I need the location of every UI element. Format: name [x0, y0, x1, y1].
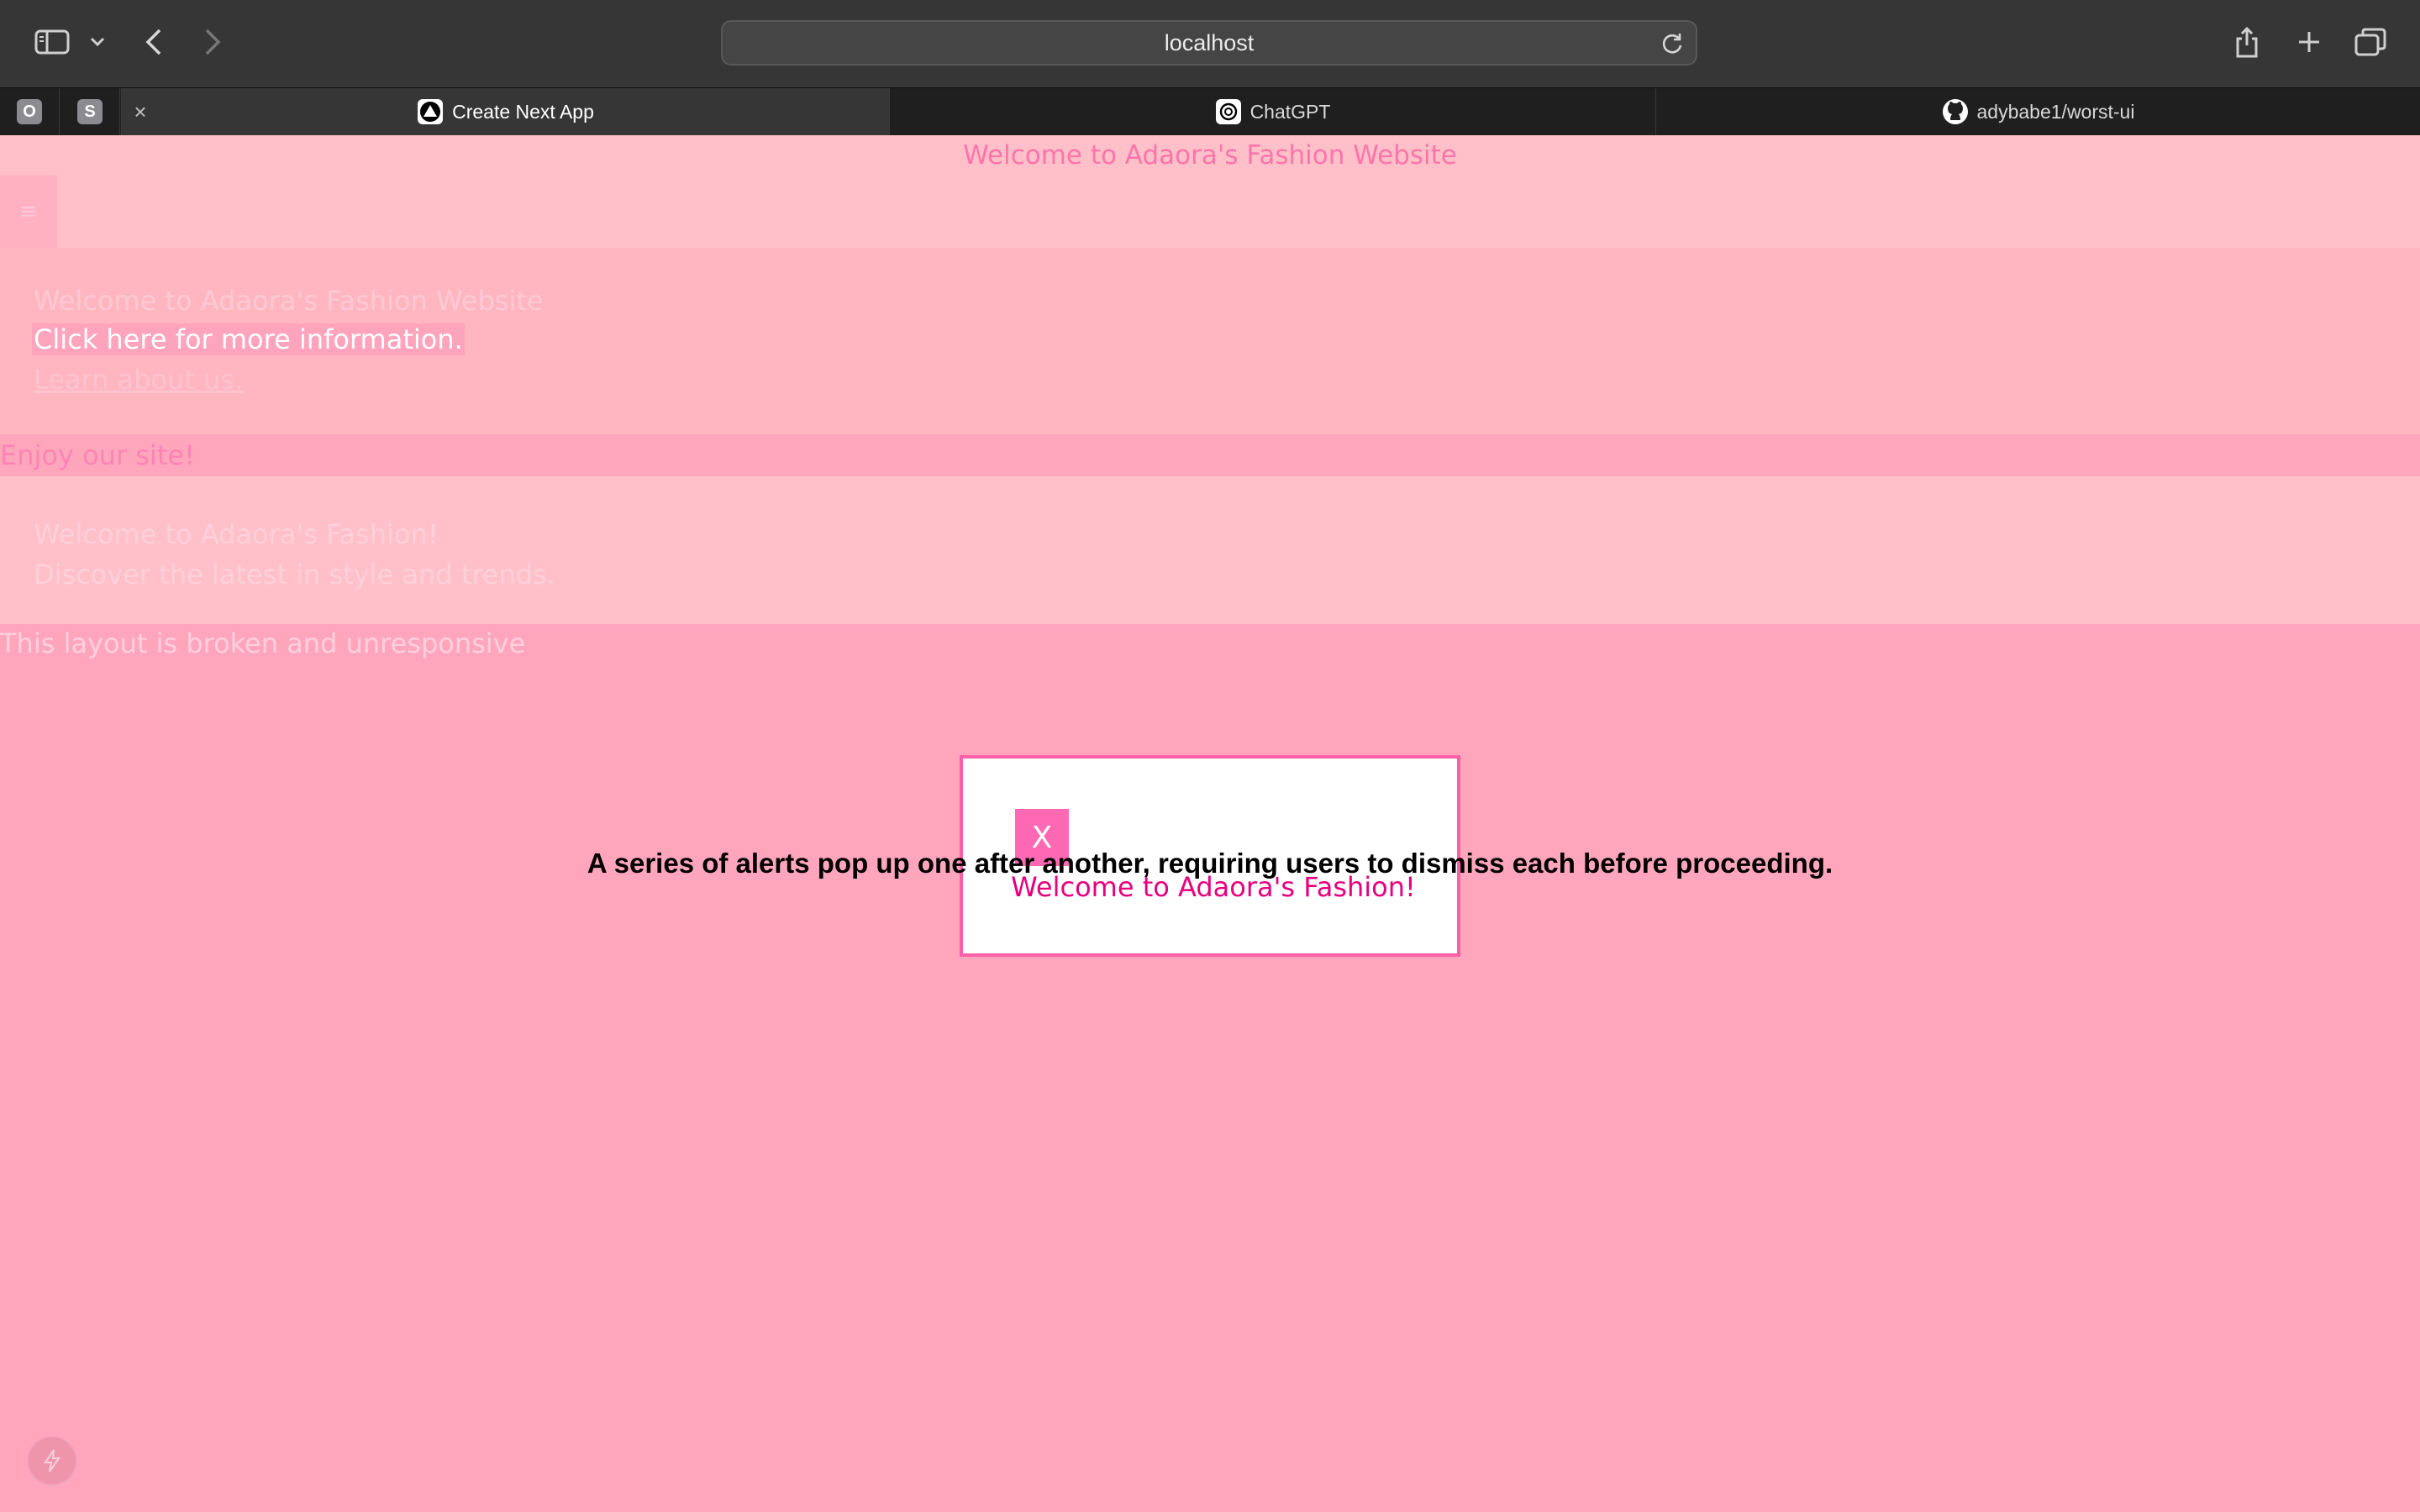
- sidebar-toggle-icon[interactable]: [32, 27, 72, 57]
- alert-caption: A series of alerts pop up one after anot…: [587, 848, 1833, 879]
- hamburger-menu-icon[interactable]: ≡: [0, 176, 57, 248]
- back-arrow-icon[interactable]: [139, 25, 168, 59]
- url-text: localhost: [1164, 29, 1255, 55]
- plus-icon[interactable]: [2292, 25, 2326, 59]
- tab-overview-icon[interactable]: [2353, 25, 2388, 59]
- reload-icon[interactable]: [1660, 32, 1684, 61]
- more-info-link[interactable]: Click here for more information.: [32, 323, 465, 355]
- forward-arrow-icon[interactable]: [198, 25, 227, 59]
- broken-layout-text: This layout is broken and unresponsive: [0, 627, 526, 659]
- close-tab-icon[interactable]: ×: [126, 88, 155, 135]
- page-viewport: Welcome to Adaora's Fashion Website ≡ We…: [0, 135, 2420, 1512]
- share-icon[interactable]: [2232, 24, 2262, 60]
- nextjs-favicon-icon: [417, 98, 444, 125]
- pinned-tab-o[interactable]: O: [0, 88, 60, 135]
- browser-toolbar: localhost: [0, 0, 2420, 87]
- pinned-tab-s-icon: S: [77, 99, 103, 124]
- band-subtitle: Discover the latest in style and trends.: [34, 559, 555, 591]
- tab-title: ChatGPT: [1249, 100, 1331, 123]
- site-header: Welcome to Adaora's Fashion Website ≡: [0, 135, 2420, 248]
- pinned-tab-s[interactable]: S: [60, 88, 120, 135]
- learn-about-link[interactable]: Learn about us.: [34, 364, 243, 396]
- tab-github[interactable]: adybabe1/worst-ui: [1655, 88, 2420, 135]
- tab-chatgpt[interactable]: ChatGPT: [889, 88, 1655, 135]
- chevron-down-icon[interactable]: [87, 32, 108, 52]
- site-title: Welcome to Adaora's Fashion Website: [963, 140, 1457, 171]
- tab-create-next-app[interactable]: Create Next App: [121, 88, 889, 135]
- hero-section: Welcome to Adaora's Fashion Website Clic…: [0, 248, 2420, 434]
- pinned-tab-o-icon: O: [17, 99, 42, 124]
- address-bar[interactable]: localhost: [721, 20, 1697, 66]
- band-heading: Welcome to Adaora's Fashion!: [34, 518, 439, 550]
- hero-heading: Welcome to Adaora's Fashion Website: [34, 285, 544, 317]
- tab-bar: O S Create Next App × ChatGPT adybabe1/w…: [0, 87, 2420, 135]
- enjoy-text: Enjoy our site!: [0, 439, 195, 471]
- tab-title: Create Next App: [452, 100, 594, 123]
- github-favicon-icon: [1942, 98, 1969, 125]
- chatgpt-favicon-icon: [1215, 98, 1242, 125]
- welcome-band: Welcome to Adaora's Fashion! Discover th…: [0, 476, 2420, 624]
- tab-title: adybabe1/worst-ui: [1976, 100, 2135, 123]
- nextjs-dev-indicator-icon[interactable]: [27, 1436, 77, 1486]
